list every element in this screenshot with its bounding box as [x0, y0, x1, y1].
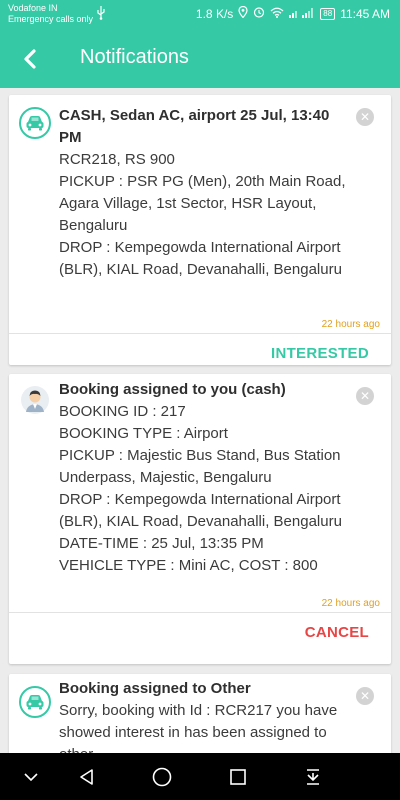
notification-card: ✕ Booking assigned to Other Sorry, booki… — [9, 674, 391, 753]
notification-line: RCR218, RS 900 — [59, 151, 175, 168]
close-icon: ✕ — [359, 110, 371, 124]
notification-title: Booking assigned to Other — [59, 680, 251, 697]
car-icon — [19, 686, 51, 718]
app-bar: Notifications — [0, 30, 400, 88]
pull-down-icon — [307, 768, 319, 785]
nav-back-button[interactable] — [67, 753, 107, 800]
wifi-icon — [270, 7, 284, 21]
navigation-bar — [0, 753, 400, 800]
carrier-name: Vodafone IN — [8, 3, 58, 13]
notification-line: Sorry, booking with Id : RCR217 you have… — [59, 702, 338, 753]
location-icon — [238, 5, 248, 21]
divider — [9, 333, 391, 334]
carrier-info: Vodafone IN Emergency calls only — [8, 3, 93, 25]
back-arrow-icon — [24, 49, 36, 69]
triangle-back-icon — [80, 768, 93, 785]
notification-title: CASH, Sedan AC, airport 25 Jul, 13:40 PM — [59, 107, 330, 146]
close-icon: ✕ — [359, 689, 371, 703]
notification-card: ✕ Booking assigned to you (cash) BOOKING… — [9, 374, 391, 664]
page-title: Notifications — [80, 46, 189, 68]
back-button[interactable] — [10, 40, 50, 78]
alarm-icon — [253, 6, 265, 21]
notification-card: ✕ CASH, Sedan AC, airport 25 Jul, 13:40 … — [9, 95, 391, 365]
network-speed: 1.8 K/s — [195, 6, 234, 21]
notification-line: DROP : Kempegowda International Airport … — [59, 491, 342, 530]
notification-line: BOOKING ID : 217 — [59, 403, 186, 420]
notification-line: DROP : Kempegowda International Airport … — [59, 239, 342, 278]
time-ago: 22 hours ago — [321, 598, 380, 609]
notification-pull-button[interactable] — [293, 753, 333, 800]
time-ago: 22 hours ago — [321, 319, 380, 330]
notification-body: Booking assigned to you (cash) BOOKING I… — [59, 379, 349, 577]
emergency-text: Emergency calls only — [8, 14, 94, 24]
notification-line: BOOKING TYPE : Airport — [59, 425, 228, 442]
notification-title: Booking assigned to you (cash) — [59, 381, 286, 398]
user-avatar-icon — [19, 384, 51, 416]
notification-line: VEHICLE TYPE : Mini AC, COST : 800 — [59, 557, 318, 574]
notification-line: PICKUP : Majestic Bus Stand, Bus Station… — [59, 447, 341, 486]
clock: 11:45 AM — [340, 6, 390, 21]
dismiss-button[interactable]: ✕ — [356, 387, 374, 405]
cancel-button[interactable]: CANCEL — [305, 624, 369, 641]
notification-body: Booking assigned to Other Sorry, booking… — [59, 678, 349, 753]
square-recents-icon — [230, 768, 246, 785]
home-circle-icon — [152, 767, 172, 786]
chevron-down-icon — [24, 772, 38, 781]
home-button[interactable] — [142, 753, 182, 800]
notification-line: DATE-TIME : 25 Jul, 13:35 PM — [59, 535, 264, 552]
battery-icon: 88 — [320, 7, 336, 20]
car-icon — [19, 107, 51, 139]
notification-body: CASH, Sedan AC, airport 25 Jul, 13:40 PM… — [59, 105, 349, 281]
dismiss-button[interactable]: ✕ — [356, 687, 374, 705]
interested-button[interactable]: INTERESTED — [271, 345, 369, 362]
usb-icon — [96, 6, 106, 23]
notification-line: PICKUP : PSR PG (Men), 20th Main Road, A… — [59, 173, 346, 234]
status-icons: 1.8 K/s 88 11:45 AM — [195, 5, 390, 21]
close-icon: ✕ — [359, 389, 371, 403]
signal-icon — [289, 7, 315, 21]
hide-nav-button[interactable] — [11, 753, 51, 800]
recents-button[interactable] — [218, 753, 258, 800]
status-bar: Vodafone IN Emergency calls only 1.8 K/s… — [0, 0, 400, 30]
notification-list[interactable]: ✕ CASH, Sedan AC, airport 25 Jul, 13:40 … — [0, 88, 400, 753]
dismiss-button[interactable]: ✕ — [356, 108, 374, 126]
divider — [9, 612, 391, 613]
